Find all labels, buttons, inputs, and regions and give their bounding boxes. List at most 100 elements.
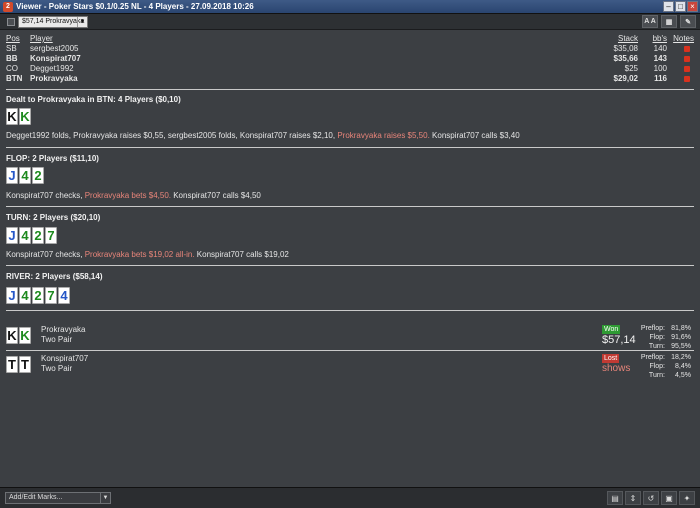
marks-selector[interactable]: Add/Edit Marks... ▼ bbox=[5, 492, 111, 504]
flop-cards: J42 bbox=[6, 167, 44, 184]
preflop-actions: Degget1992 folds, Prokravyaka raises $0,… bbox=[6, 131, 520, 140]
loser-equity: Preflop: 18,2% Flop: 8,4% Turn: 4,5% bbox=[633, 353, 691, 380]
hero-cards: KK bbox=[6, 108, 31, 125]
result-loser: TT Konspirat707 Two Pair Lost shows Pref… bbox=[6, 353, 694, 380]
turn-actions: Konspirat707 checks, Prokravyaka bets $1… bbox=[6, 250, 289, 259]
loser-name: Konspirat707 bbox=[41, 354, 89, 363]
equity-label: Preflop: bbox=[640, 325, 665, 332]
table-row[interactable]: BB Konspirat707 $35,66 143 bbox=[6, 54, 694, 64]
result-winner: KK Prokravyaka Two Pair Won $57,14 Prefl… bbox=[6, 324, 694, 351]
card-diamond: J bbox=[6, 167, 18, 184]
equity-value: 81,8% bbox=[671, 325, 691, 332]
winner-equity: Preflop: 81,8% Flop: 91,6% Turn: 95,5% bbox=[633, 324, 691, 351]
divider bbox=[6, 89, 694, 90]
player-name: sergbest2005 bbox=[30, 44, 79, 53]
close-button[interactable]: × bbox=[687, 1, 698, 12]
won-badge: Won bbox=[602, 325, 621, 334]
flop-actions: Konspirat707 checks, Prokravyaka bets $4… bbox=[6, 191, 261, 200]
action-text: Degget1992 folds, Prokravyaka raises $0,… bbox=[6, 131, 338, 140]
header-player[interactable]: Player bbox=[30, 34, 53, 44]
hero-action-text: Prokravyaka bets $19,02 all-in. bbox=[84, 250, 195, 259]
twitter-icon[interactable]: ✦ bbox=[679, 491, 695, 505]
table-row[interactable]: CO Degget1992 $25 100 bbox=[6, 64, 694, 74]
maximize-button[interactable]: □ bbox=[675, 1, 686, 12]
note-flag-icon[interactable] bbox=[684, 66, 690, 72]
players-header: Pos Player Stack bb's Notes bbox=[6, 34, 694, 44]
note-flag-icon[interactable] bbox=[684, 76, 690, 82]
chevron-down-icon: ▼ bbox=[77, 16, 87, 27]
card-club: K bbox=[19, 327, 31, 344]
flop-title: FLOP: 2 Players ($11,10) bbox=[6, 154, 99, 163]
hero-action-text: Prokravyaka raises $5,50. bbox=[337, 131, 430, 140]
turn-title: TURN: 2 Players ($20,10) bbox=[6, 213, 101, 222]
grid-icon[interactable]: ▦ bbox=[661, 15, 677, 28]
status-actions: ▤ ⇕ ↺ ▣ ✦ bbox=[607, 491, 695, 505]
minimize-button[interactable]: – bbox=[663, 1, 674, 12]
card-club: 4 bbox=[19, 287, 31, 304]
player-name: Konspirat707 bbox=[30, 54, 81, 63]
header-bb[interactable]: bb's bbox=[653, 34, 667, 44]
header-stack[interactable]: Stack bbox=[618, 34, 638, 44]
equity-value: 18,2% bbox=[671, 354, 691, 361]
card-diamond: J bbox=[6, 287, 18, 304]
note-flag-icon[interactable] bbox=[684, 56, 690, 62]
divider bbox=[6, 265, 694, 266]
player-pos: CO bbox=[6, 64, 18, 73]
turn-cards: J427 bbox=[6, 227, 57, 244]
player-bb: 116 bbox=[654, 74, 667, 83]
card-diamond: 4 bbox=[58, 287, 70, 304]
player-name: Degget1992 bbox=[30, 64, 74, 73]
divider bbox=[6, 310, 694, 311]
font-size-button[interactable]: A A bbox=[642, 15, 658, 28]
winner-cards: KK bbox=[6, 327, 31, 344]
header-pos[interactable]: Pos bbox=[6, 34, 20, 44]
edit-icon[interactable]: ✎ bbox=[680, 15, 696, 28]
player-bb: 143 bbox=[653, 54, 667, 63]
loser-cards: TT bbox=[6, 356, 31, 373]
table-row[interactable]: BTN Prokravyaka $29,02 116 bbox=[6, 74, 694, 84]
table-row[interactable]: SB sergbest2005 $35,08 140 bbox=[6, 44, 694, 54]
equity-row: Flop: 91,6% bbox=[633, 333, 691, 342]
equity-row: Flop: 8,4% bbox=[633, 362, 691, 371]
chevron-down-icon: ▼ bbox=[100, 493, 110, 503]
action-text: Konspirat707 checks, bbox=[6, 250, 85, 259]
app-icon: 2 bbox=[3, 1, 13, 12]
action-text: Konspirat707 calls $4,50 bbox=[171, 191, 261, 200]
player-stack: $35,08 bbox=[613, 44, 638, 53]
window-controls: – □ × bbox=[663, 1, 698, 12]
equity-value: 8,4% bbox=[675, 363, 691, 370]
header-notes[interactable]: Notes bbox=[673, 34, 694, 44]
marks-selector-label: Add/Edit Marks... bbox=[9, 494, 63, 501]
equity-value: 4,5% bbox=[675, 372, 691, 379]
note-flag-icon[interactable] bbox=[684, 46, 690, 52]
equity-label: Flop: bbox=[649, 363, 665, 370]
river-cards: J4274 bbox=[6, 287, 70, 304]
hand-selector[interactable]: $57,14 Prokravyaka ▼ bbox=[18, 15, 88, 28]
shows-label: shows bbox=[602, 363, 631, 374]
player-bb: 140 bbox=[653, 44, 667, 53]
equity-label: Flop: bbox=[649, 334, 665, 341]
spinner-icon[interactable]: ⇕ bbox=[625, 491, 641, 505]
card-spade: K bbox=[6, 108, 18, 125]
save-icon[interactable]: ▣ bbox=[661, 491, 677, 505]
replay-icon[interactable]: ↺ bbox=[643, 491, 659, 505]
action-text: Konspirat707 calls $19,02 bbox=[194, 250, 289, 259]
equity-row: Turn: 4,5% bbox=[633, 371, 691, 380]
player-pos: BTN bbox=[6, 74, 23, 83]
player-stack: $29,02 bbox=[613, 74, 638, 83]
card-club: K bbox=[19, 108, 31, 125]
card-club: 2 bbox=[32, 287, 44, 304]
players-table: Pos Player Stack bb's Notes SB sergbest2… bbox=[6, 34, 694, 84]
player-pos: SB bbox=[6, 44, 17, 53]
divider bbox=[6, 206, 694, 207]
card-spade: T bbox=[19, 356, 31, 373]
divider bbox=[6, 147, 694, 148]
card-spade: T bbox=[6, 356, 18, 373]
player-name: Prokravyaka bbox=[30, 74, 78, 83]
action-text: Konspirat707 calls $3,40 bbox=[429, 131, 520, 140]
card-club: 7 bbox=[45, 287, 57, 304]
window-title: Viewer - Poker Stars $0.1/0.25 NL - 4 Pl… bbox=[16, 2, 254, 11]
hand-checkbox[interactable] bbox=[7, 17, 15, 26]
document-icon[interactable]: ▤ bbox=[607, 491, 623, 505]
loser-hand: Two Pair bbox=[41, 364, 73, 373]
